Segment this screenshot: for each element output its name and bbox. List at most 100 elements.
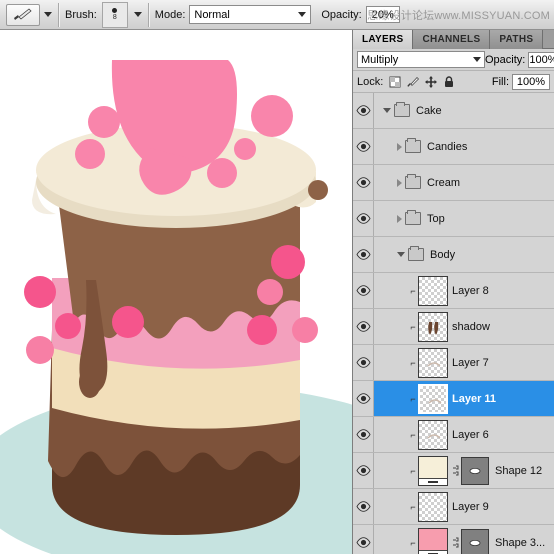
layer-thumbnail[interactable] xyxy=(418,275,448,306)
layer-thumbnail[interactable] xyxy=(418,419,448,450)
layer-row[interactable]: ⌐ Shape 3... xyxy=(353,525,554,554)
opacity-input[interactable]: 20% xyxy=(365,6,400,23)
eye-icon[interactable] xyxy=(355,537,371,548)
group-disclosure-triangle-icon[interactable] xyxy=(397,214,402,223)
layer-thumbnail[interactable] xyxy=(418,455,448,486)
layer-thumbnail[interactable] xyxy=(418,491,448,522)
eye-icon[interactable] xyxy=(355,321,371,332)
layer-name: Layer 9 xyxy=(452,500,489,513)
layer-visibility-toggle[interactable] xyxy=(353,525,374,554)
eye-icon[interactable] xyxy=(355,213,371,224)
eye-icon[interactable] xyxy=(355,177,371,188)
layer-row[interactable]: ⌐ Layer 7 xyxy=(353,345,554,381)
link-icon xyxy=(453,465,459,476)
tab-layers[interactable]: LAYERS xyxy=(353,30,414,49)
layer-visibility-toggle[interactable] xyxy=(353,201,374,236)
layer-visibility-toggle[interactable] xyxy=(353,93,374,128)
layer-row[interactable]: ⌐ Shape 12 xyxy=(353,453,554,489)
eye-icon[interactable] xyxy=(355,357,371,368)
divider xyxy=(147,2,149,27)
eye-icon[interactable] xyxy=(355,285,371,296)
opacity-value: 20% xyxy=(371,8,394,21)
cake-artwork xyxy=(0,30,352,554)
layer-visibility-toggle[interactable] xyxy=(353,345,374,380)
opacity-label: Opacity: xyxy=(321,8,362,21)
lock-label: Lock: xyxy=(357,75,384,88)
layer-row[interactable]: Candies xyxy=(353,129,554,165)
mode-label: Mode: xyxy=(154,8,186,21)
layer-name: Body xyxy=(430,248,456,261)
lock-transparency-icon[interactable] xyxy=(389,76,401,88)
layer-name: Layer 7 xyxy=(452,356,489,369)
layer-thumbnail[interactable] xyxy=(418,347,448,378)
eye-icon[interactable] xyxy=(355,465,371,476)
eye-icon[interactable] xyxy=(355,141,371,152)
brush-preview[interactable]: 8 xyxy=(101,1,128,28)
layer-row[interactable]: ⌐ Layer 9 xyxy=(353,489,554,525)
layer-row[interactable]: ⌐ shadow xyxy=(353,309,554,345)
layer-row[interactable]: ⌐ Layer 6 xyxy=(353,417,554,453)
group-disclosure-triangle-icon[interactable] xyxy=(397,252,405,257)
mask-link-icon[interactable] xyxy=(452,465,459,476)
blend-mode-select[interactable]: Normal xyxy=(189,5,312,24)
eye-icon[interactable] xyxy=(355,393,371,404)
lock-image-icon[interactable] xyxy=(407,76,420,88)
group-disclosure-triangle-icon[interactable] xyxy=(397,178,402,187)
layer-name: Candies xyxy=(427,140,468,153)
layer-visibility-toggle[interactable] xyxy=(353,129,374,164)
brush-label: Brush: xyxy=(65,8,97,21)
eye-icon[interactable] xyxy=(355,105,371,116)
layer-visibility-toggle[interactable] xyxy=(353,489,374,524)
layer-blend-mode-select[interactable]: Multiply xyxy=(357,51,485,68)
eye-icon[interactable] xyxy=(355,249,371,260)
layer-visibility-toggle[interactable] xyxy=(353,453,374,488)
divider xyxy=(58,2,59,27)
panel-fill-label: Fill: xyxy=(491,75,509,88)
layer-visibility-toggle[interactable] xyxy=(353,165,374,200)
layer-thumbnail[interactable] xyxy=(418,311,448,342)
layer-visibility-toggle[interactable] xyxy=(353,417,374,452)
vector-mask-thumbnail[interactable] xyxy=(461,528,489,554)
eye-icon[interactable] xyxy=(355,429,371,440)
mask-link-icon[interactable] xyxy=(452,537,459,548)
folder-icon xyxy=(394,102,410,117)
layer-row[interactable]: Top xyxy=(353,201,554,237)
layer-row[interactable]: ⌐ Layer 8 xyxy=(353,273,554,309)
panel-opacity-label: Opacity: xyxy=(485,53,526,66)
layer-row[interactable]: Cream xyxy=(353,165,554,201)
layer-visibility-toggle[interactable] xyxy=(353,237,374,272)
lock-all-icon[interactable] xyxy=(443,75,455,88)
link-icon xyxy=(453,537,459,548)
vector-mask-thumbnail[interactable] xyxy=(461,456,489,485)
canvas-area[interactable] xyxy=(0,30,352,554)
eye-icon[interactable] xyxy=(355,501,371,512)
tab-paths[interactable]: PATHS xyxy=(490,30,544,49)
layer-visibility-toggle[interactable] xyxy=(353,381,374,416)
layer-name: Cake xyxy=(416,104,442,117)
layer-blend-mode-value: Multiply xyxy=(361,53,399,66)
layers-panel: LAYERS CHANNELS PATHS Multiply Opacity: … xyxy=(352,30,554,554)
brush-picker-caret-icon[interactable] xyxy=(133,12,142,17)
group-disclosure-triangle-icon[interactable] xyxy=(397,142,402,151)
group-disclosure-triangle-icon[interactable] xyxy=(383,108,391,113)
layer-row[interactable]: ⌐ Layer 11 xyxy=(353,381,554,417)
layer-row[interactable]: Cake xyxy=(353,93,554,129)
chevron-down-icon xyxy=(298,12,307,17)
layer-color-thumb xyxy=(419,528,447,554)
layer-list[interactable]: Cake Candies Cream Top Body ⌐ Layer 8 ⌐ … xyxy=(353,93,554,554)
layer-visibility-toggle[interactable] xyxy=(353,309,374,344)
panel-fill-input[interactable]: 100% xyxy=(512,73,550,90)
brush-tool-icon[interactable] xyxy=(6,3,40,26)
layer-thumbnail[interactable] xyxy=(418,527,448,554)
lock-row: Lock: Fill: 100% xyxy=(353,71,554,93)
layer-link-marker-icon: ⌐ xyxy=(410,501,416,512)
lock-position-icon[interactable] xyxy=(425,75,438,88)
panel-tabs: LAYERS CHANNELS PATHS xyxy=(353,30,554,49)
layer-thumbnail[interactable] xyxy=(418,383,448,414)
tool-preset-caret-icon[interactable] xyxy=(44,12,52,17)
layer-visibility-toggle[interactable] xyxy=(353,273,374,308)
tab-channels[interactable]: CHANNELS xyxy=(413,30,491,49)
blend-mode-value: Normal xyxy=(194,8,230,21)
panel-opacity-input[interactable]: 100% xyxy=(528,51,554,68)
layer-row[interactable]: Body xyxy=(353,237,554,273)
